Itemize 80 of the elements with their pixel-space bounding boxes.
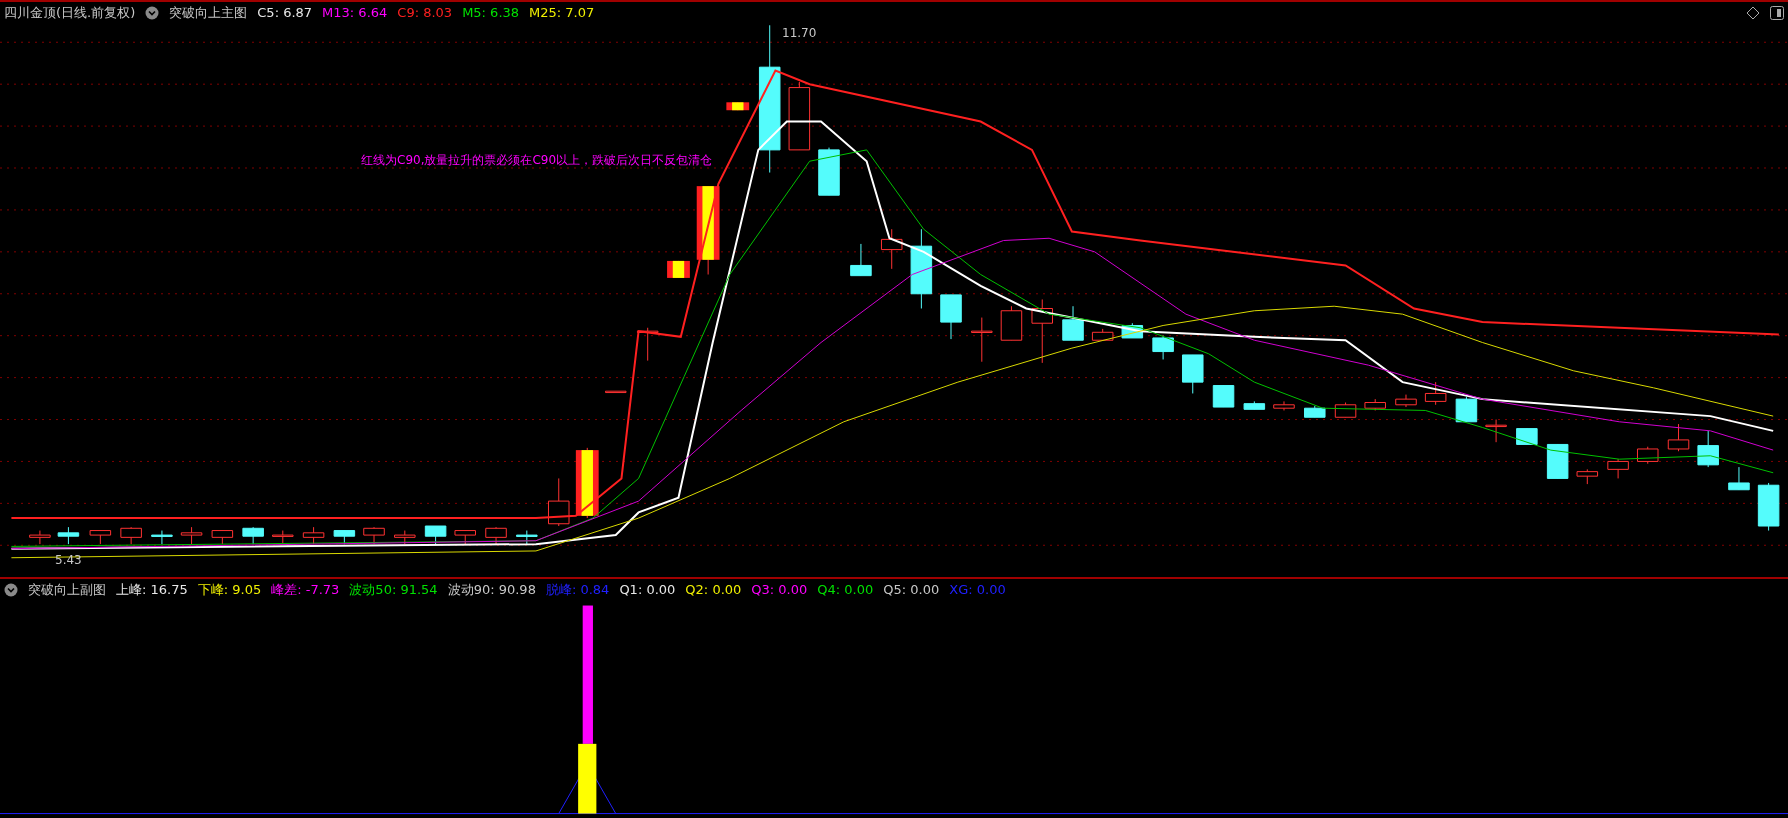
candlestick [1243,400,1266,410]
candlestick [1364,398,1386,411]
candlestick [1304,405,1326,418]
candlestick [1697,430,1719,468]
candlestick [818,147,840,196]
candlestick [971,317,993,363]
low-price-label: 5.43 [55,553,82,567]
candlestick [1212,385,1235,408]
candlestick [548,477,570,527]
candlestick [211,530,234,545]
candlestick [788,81,811,151]
indicator-value: Q1: 0.00 [619,582,676,597]
candlestick [636,327,659,362]
indicator-value: M13: 6.64 [322,5,388,20]
indicator-value: Q3: 0.00 [751,582,808,597]
candlestick [1000,305,1023,341]
candlestick [485,526,507,545]
candlestick [1576,468,1599,485]
candlestick [1757,482,1780,532]
panel-toggle-icon[interactable] [1770,5,1784,20]
indicator-value: M5: 6.38 [462,5,520,20]
candlestick [1031,298,1053,364]
indicator-value: XG: 0.00 [949,582,1006,597]
candlestick [1546,443,1569,479]
indicator-value: M25: 7.07 [529,5,595,20]
candlestick [1152,335,1174,360]
candlestick [272,530,294,545]
candlestick [850,243,872,277]
candlestick [89,530,112,545]
candlestick [726,101,750,111]
indicator-value: 脱峰: 0.84 [545,580,610,599]
candlestick [394,530,416,545]
candlestick [29,530,51,545]
candlestick [940,294,962,340]
indicator-value: 波动90: 90.98 [447,580,536,599]
candlestick [880,228,903,270]
candlestick [1395,394,1417,408]
indicator-value: C9: 8.03 [397,5,453,20]
candlestick [180,526,203,545]
candlestick [1728,466,1750,491]
candlestick [516,530,538,545]
candlestick [605,390,627,394]
indicator-name: 突破向上副图 [28,580,106,599]
candlestick [424,525,447,545]
candlestick [1091,328,1114,341]
candlestick [1455,396,1478,423]
candlestick [333,530,356,545]
dropdown-icon[interactable] [145,5,160,20]
candlestick [1062,305,1084,341]
indicator-value: 上峰: 16.75 [116,580,188,599]
indicator-value: 波动50: 91.54 [349,580,438,599]
candlestick [575,447,599,519]
candlestick [1485,419,1507,443]
candlestick [151,530,173,545]
indicator-value: Q4: 0.00 [817,582,874,597]
stock-title: 四川金顶(日线.前复权) [4,3,136,22]
candlestick [1607,458,1629,479]
candlestick [1667,423,1690,452]
indicator-value: 下峰: 9.05 [197,580,262,599]
dropdown-icon[interactable] [4,582,18,597]
candlestick [454,530,476,545]
indicator-value: Q5: 0.00 [883,582,940,597]
candlestick [363,526,385,545]
indicator-name: 突破向上主图 [169,3,248,22]
candlestick [242,526,264,545]
annotation-text: 红线为C90,放量拉升的票必须在C90以上，跌破后次日不反包清仓 [361,152,713,169]
candlestick [1273,400,1295,411]
candlestick [1182,354,1204,394]
indicator-value: 峰差: -7.73 [271,580,340,599]
indicator-value: C5: 6.87 [257,5,313,20]
candlestick [1424,381,1447,406]
diamond-icon[interactable] [1746,5,1760,20]
candlestick [667,260,690,279]
candlestick [57,526,80,545]
candlestick [302,526,325,545]
indicator-value: Q2: 0.00 [685,582,742,597]
high-price-label: 11.70 [782,26,817,40]
candlestick [1637,446,1659,465]
candlestick [120,526,142,545]
candlestick [1516,428,1538,445]
